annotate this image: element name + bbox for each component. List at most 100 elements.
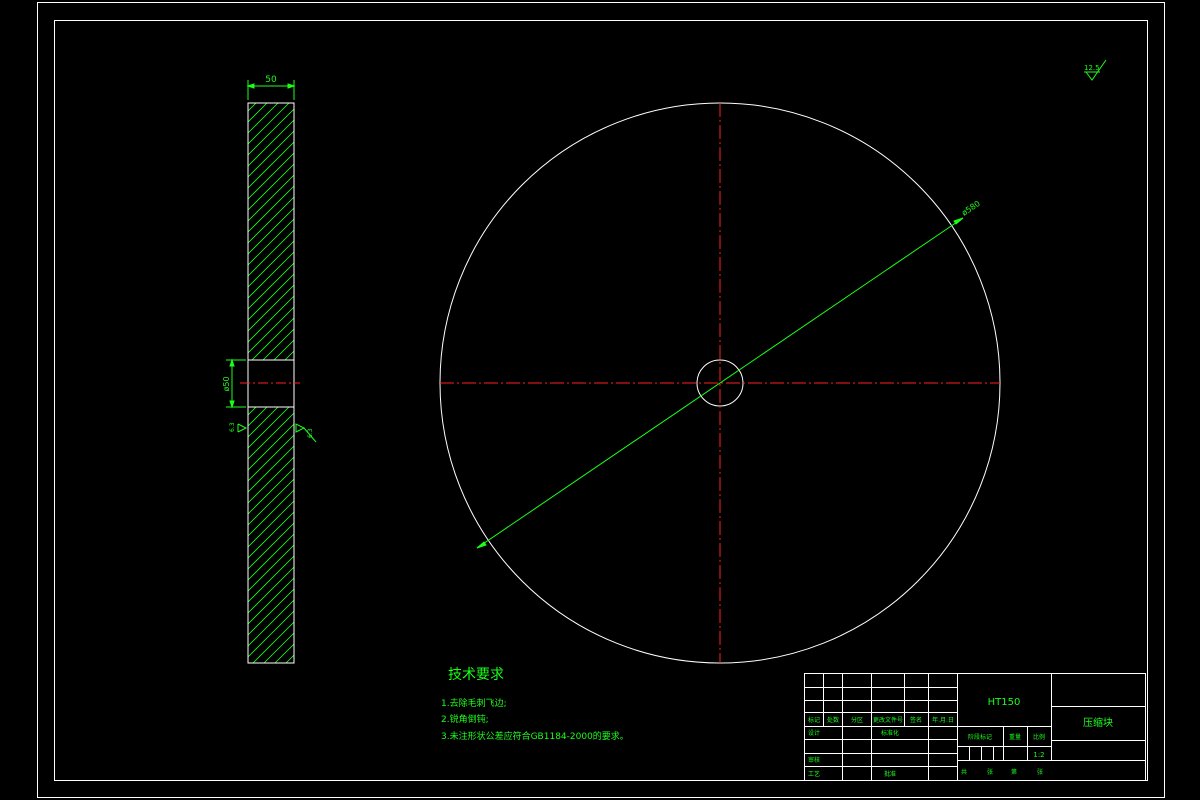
hatch-line <box>248 412 294 460</box>
section-hatch-bottom <box>248 347 294 767</box>
roughness-symbol-right: 6.3 <box>295 423 317 443</box>
hatch-line <box>248 395 294 441</box>
hatch-line <box>248 489 294 537</box>
section-hatch-top <box>248 103 294 463</box>
hatch-line <box>248 196 294 244</box>
hatch-line <box>248 347 294 393</box>
hatch-line <box>248 577 294 625</box>
hatch-line <box>248 467 294 515</box>
hatch-line <box>248 229 294 277</box>
hatch-line <box>248 240 294 288</box>
hatch-line <box>248 599 294 647</box>
tb-col-change-doc: 更改文件号 <box>873 716 903 724</box>
hatch-line <box>284 350 294 360</box>
tb-scale-value: 1:2 <box>1033 751 1044 759</box>
hatch-line <box>248 423 294 471</box>
hatch-line <box>248 163 294 211</box>
hatch-line <box>248 407 279 438</box>
tb-sheet-unit-1: 张 <box>987 768 993 776</box>
hatch-line <box>248 103 257 112</box>
tb-design: 设计 <box>808 729 820 737</box>
svg-text:6.3: 6.3 <box>307 428 314 438</box>
outer-diameter-label: ø580 <box>960 199 982 218</box>
hatch-line <box>248 207 294 255</box>
hatch-line <box>248 456 294 504</box>
hatch-line <box>248 218 294 266</box>
tech-requirement-3: 3.未注形状公差应符合GB1184-2000的要求。 <box>441 730 629 742</box>
tb-col-sign: 签名 <box>910 716 922 724</box>
inner-frame <box>54 20 1148 781</box>
tb-col-date: 年.月.日 <box>932 716 954 724</box>
svg-text:6.3: 6.3 <box>229 422 236 432</box>
hatch-line <box>248 284 294 332</box>
hatch-line <box>248 417 294 463</box>
hatch-line <box>248 174 294 222</box>
thickness-label: 50 <box>265 75 277 85</box>
tb-weight: 重量 <box>1009 733 1021 741</box>
hatch-line <box>248 544 294 592</box>
hatch-line <box>248 407 290 449</box>
tb-part-name: 压缩块 <box>1083 716 1113 729</box>
hatch-line <box>263 632 294 663</box>
hole-diameter-label: ø50 <box>222 376 231 391</box>
tb-sheet-no: 第 <box>1011 768 1017 776</box>
hatch-line <box>248 533 294 581</box>
hatch-line <box>248 273 294 321</box>
hatch-line <box>248 103 279 134</box>
hatch-line <box>248 688 294 734</box>
hatch-line <box>248 522 294 570</box>
hatch-line <box>248 677 294 723</box>
hatch-line <box>248 434 294 482</box>
hatch-line <box>251 317 294 360</box>
tb-col-zone: 分区 <box>851 716 863 724</box>
hatch-line <box>248 295 294 343</box>
roughness-symbol-left: 6.3 <box>229 422 248 433</box>
hatch-line <box>248 500 294 548</box>
hatch-line <box>248 141 294 189</box>
hatch-line <box>248 555 294 603</box>
hatch-line <box>248 306 294 354</box>
hatch-line <box>248 103 290 145</box>
tb-process: 工艺 <box>808 770 820 778</box>
cad-drawing: 50 ø50 6.3 6.3 ø580 12.5 技术要求 1.去除毛刺飞边; … <box>37 2 1165 798</box>
general-roughness-value: 12.5 <box>1084 64 1100 72</box>
hatch-line <box>248 119 294 167</box>
hatch-line <box>248 721 294 767</box>
tech-requirement-1: 1.去除毛刺飞边; <box>441 697 507 709</box>
hatch-line <box>274 643 294 663</box>
tb-col-count: 处数 <box>827 716 839 724</box>
hatch-line <box>248 511 294 559</box>
hatch-line <box>248 699 294 745</box>
hatch-line <box>262 328 294 360</box>
hatch-line <box>248 362 294 408</box>
hatch-line <box>248 130 294 178</box>
hatch-line <box>248 373 294 419</box>
tb-review: 审核 <box>808 756 820 764</box>
hatch-line <box>248 610 294 658</box>
hatch-line <box>248 666 294 712</box>
tb-material: HT150 <box>988 697 1021 708</box>
hatch-line <box>248 358 294 404</box>
hatch-line <box>248 445 294 493</box>
hatch-line <box>248 566 294 614</box>
tb-approve: 批准 <box>884 770 896 778</box>
tech-requirements-title: 技术要求 <box>448 667 504 683</box>
hatch-line <box>248 407 268 427</box>
tech-requirement-2: 2.锐角倒钝; <box>441 713 489 725</box>
tb-sheet-total: 共 <box>961 768 967 776</box>
hatch-line <box>248 407 257 416</box>
tb-sheet-unit-2: 张 <box>1037 768 1043 776</box>
hatch-line <box>248 478 294 526</box>
hatch-line <box>248 152 294 200</box>
hatch-line <box>248 108 294 156</box>
tb-scale-label: 比例 <box>1033 733 1045 741</box>
hatch-line <box>248 251 294 299</box>
hatch-line <box>248 406 294 452</box>
hatch-line <box>252 621 294 663</box>
tb-col-mark: 标记 <box>808 716 820 724</box>
tb-standardize: 标准化 <box>881 729 899 737</box>
hatch-line <box>248 262 294 310</box>
hatch-line <box>273 339 294 360</box>
tb-stage-mark: 阶段标记 <box>968 733 992 741</box>
hatch-line <box>248 185 294 233</box>
